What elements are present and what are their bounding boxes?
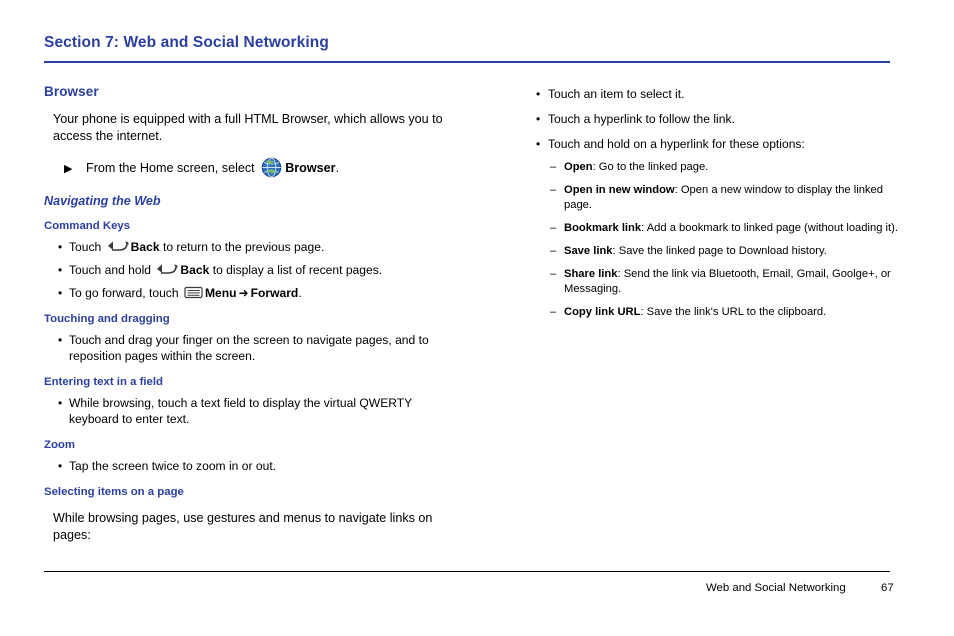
command-key-2-text: Touch and hold Back to display a list of…	[69, 262, 464, 278]
option-item-copy-link-url: – Copy link URL: Save the link's URL to …	[550, 305, 906, 320]
right-bullet-1-text: Touch an item to select it.	[548, 87, 685, 101]
touching-bullet-1-text: Touch and drag your finger on the screen…	[69, 333, 429, 363]
command-key-bullet-1: • Touch Back to return to the previous p…	[58, 239, 464, 255]
globe-browser-icon	[261, 157, 282, 178]
zoom-bullet-1: • Tap the screen twice to zoom in or out…	[58, 458, 464, 474]
footer-page-number: 67	[881, 582, 894, 594]
option-bookmark-link-term: Bookmark link	[564, 222, 642, 234]
left-column: Browser Your phone is equipped with a fu…	[44, 84, 464, 544]
back-arrow-icon	[156, 263, 179, 276]
ck1-bold: Back	[130, 240, 160, 254]
arrow-right-glyph: ➜	[238, 286, 249, 300]
command-key-bullet-2: • Touch and hold Back to display a list …	[58, 262, 464, 278]
bullet-dot-icon: •	[58, 396, 63, 410]
bullet-dot-icon: •	[58, 263, 63, 277]
ck3-bold2: Forward	[250, 286, 299, 300]
bullet-dot-icon: •	[58, 286, 63, 300]
right-bullet-3-text: Touch and hold on a hyperlink for these …	[548, 137, 805, 151]
triangle-bullet-icon: ▶	[64, 163, 73, 175]
option-open-term: Open	[564, 161, 593, 173]
option-item-share-link: – Share link: Send the link via Bluetoot…	[550, 267, 906, 297]
home-step-suffix: .	[335, 161, 340, 175]
option-copy-link-url-desc: : Save the link's URL to the clipboard.	[640, 306, 827, 318]
home-screen-step: ▶ From the Home screen, select Browser.	[64, 157, 464, 178]
option-item-open-new-window: – Open in new window: Open a new window …	[550, 183, 906, 213]
ck2-post: to display a list of recent pages.	[212, 263, 383, 277]
option-open-desc: : Go to the linked page.	[592, 161, 709, 173]
bullet-dot-icon: •	[58, 333, 63, 347]
footer-section-label: Web and Social Networking	[706, 582, 846, 594]
bullet-dot-icon: •	[58, 240, 63, 254]
option-save-link-term: Save link	[564, 245, 613, 257]
dash-bullet-icon: –	[550, 222, 557, 234]
zoom-bullet-1-text: Tap the screen twice to zoom in or out.	[69, 459, 277, 473]
option-item-open: – Open: Go to the linked page.	[550, 160, 906, 175]
home-screen-step-text: From the Home screen, select Browser.	[86, 157, 339, 178]
home-step-bold: Browser	[285, 161, 336, 175]
section-title: Section 7: Web and Social Networking	[44, 34, 329, 51]
home-step-prefix: From the Home screen, select	[86, 161, 255, 175]
option-open-text: Open: Go to the linked page.	[564, 160, 906, 175]
title-divider	[44, 61, 890, 63]
command-key-3-text: To go forward, touch Menu ➜ Forward.	[69, 285, 464, 301]
right-bullet-2-text: Touch a hyperlink to follow the link.	[548, 112, 735, 126]
option-item-save-link: – Save link: Save the linked page to Dow…	[550, 244, 906, 259]
footer-divider	[44, 571, 890, 572]
dash-bullet-icon: –	[550, 268, 557, 280]
touching-bullet-1: • Touch and drag your finger on the scre…	[58, 332, 464, 364]
option-bookmark-link-desc: : Add a bookmark to linked page (without…	[641, 222, 898, 234]
selecting-items-heading: Selecting items on a page	[44, 486, 184, 498]
dash-bullet-icon: –	[550, 245, 557, 257]
right-column: • Touch an item to select it. • Touch a …	[536, 84, 906, 320]
ck1-pre: Touch	[69, 240, 102, 254]
navigating-the-web-heading: Navigating the Web	[44, 194, 161, 208]
ck1-post: to return to the previous page.	[162, 240, 325, 254]
entering-text-heading: Entering text in a field	[44, 376, 163, 388]
back-arrow-icon	[107, 240, 129, 253]
option-bookmark-link-text: Bookmark link: Add a bookmark to linked …	[564, 221, 906, 236]
right-bullet-3: • Touch and hold on a hyperlink for thes…	[536, 136, 906, 152]
option-save-link-desc: : Save the linked page to Download histo…	[612, 245, 827, 257]
entering-bullet-1-text: While browsing, touch a text field to di…	[69, 396, 413, 426]
option-open-new-window-term: Open in new window	[564, 184, 675, 196]
dash-bullet-icon: –	[550, 161, 557, 173]
entering-bullet-1: • While browsing, touch a text field to …	[58, 395, 464, 427]
command-key-bullet-3: • To go forward, touch Menu ➜ Forward.	[58, 285, 464, 301]
ck2-pre: Touch and hold	[69, 263, 152, 277]
right-bullet-2: • Touch a hyperlink to follow the link.	[536, 111, 906, 127]
ck3-post: .	[298, 286, 302, 300]
bullet-dot-icon: •	[536, 137, 541, 151]
command-keys-heading: Command Keys	[44, 220, 131, 232]
zoom-heading: Zoom	[44, 439, 76, 451]
right-bullet-1: • Touch an item to select it.	[536, 86, 906, 102]
ck3-pre: To go forward, touch	[69, 286, 179, 300]
ck2-bold: Back	[180, 263, 210, 277]
browser-intro-paragraph: Your phone is equipped with a full HTML …	[53, 112, 443, 143]
option-save-link-text: Save link: Save the linked page to Downl…	[564, 244, 906, 259]
bullet-dot-icon: •	[536, 87, 541, 101]
dash-bullet-icon: –	[550, 184, 557, 196]
touching-and-dragging-heading: Touching and dragging	[44, 313, 170, 325]
document-page: Section 7: Web and Social Networking Bro…	[0, 0, 954, 636]
bullet-dot-icon: •	[58, 459, 63, 473]
option-item-bookmark-link: – Bookmark link: Add a bookmark to linke…	[550, 221, 906, 236]
option-share-link-term: Share link	[564, 268, 618, 280]
ck3-bold: Menu	[204, 286, 237, 300]
option-copy-link-url-text: Copy link URL: Save the link's URL to th…	[564, 305, 906, 320]
option-copy-link-url-term: Copy link URL	[564, 306, 641, 318]
menu-icon	[184, 286, 203, 299]
bullet-dot-icon: •	[536, 112, 541, 126]
browser-heading: Browser	[44, 84, 99, 99]
dash-bullet-icon: –	[550, 306, 557, 318]
option-open-new-window-text: Open in new window: Open a new window to…	[564, 183, 906, 213]
selecting-items-paragraph: While browsing pages, use gestures and m…	[53, 511, 433, 542]
option-share-link-text: Share link: Send the link via Bluetooth,…	[564, 267, 906, 297]
command-key-1-text: Touch Back to return to the previous pag…	[69, 239, 464, 255]
